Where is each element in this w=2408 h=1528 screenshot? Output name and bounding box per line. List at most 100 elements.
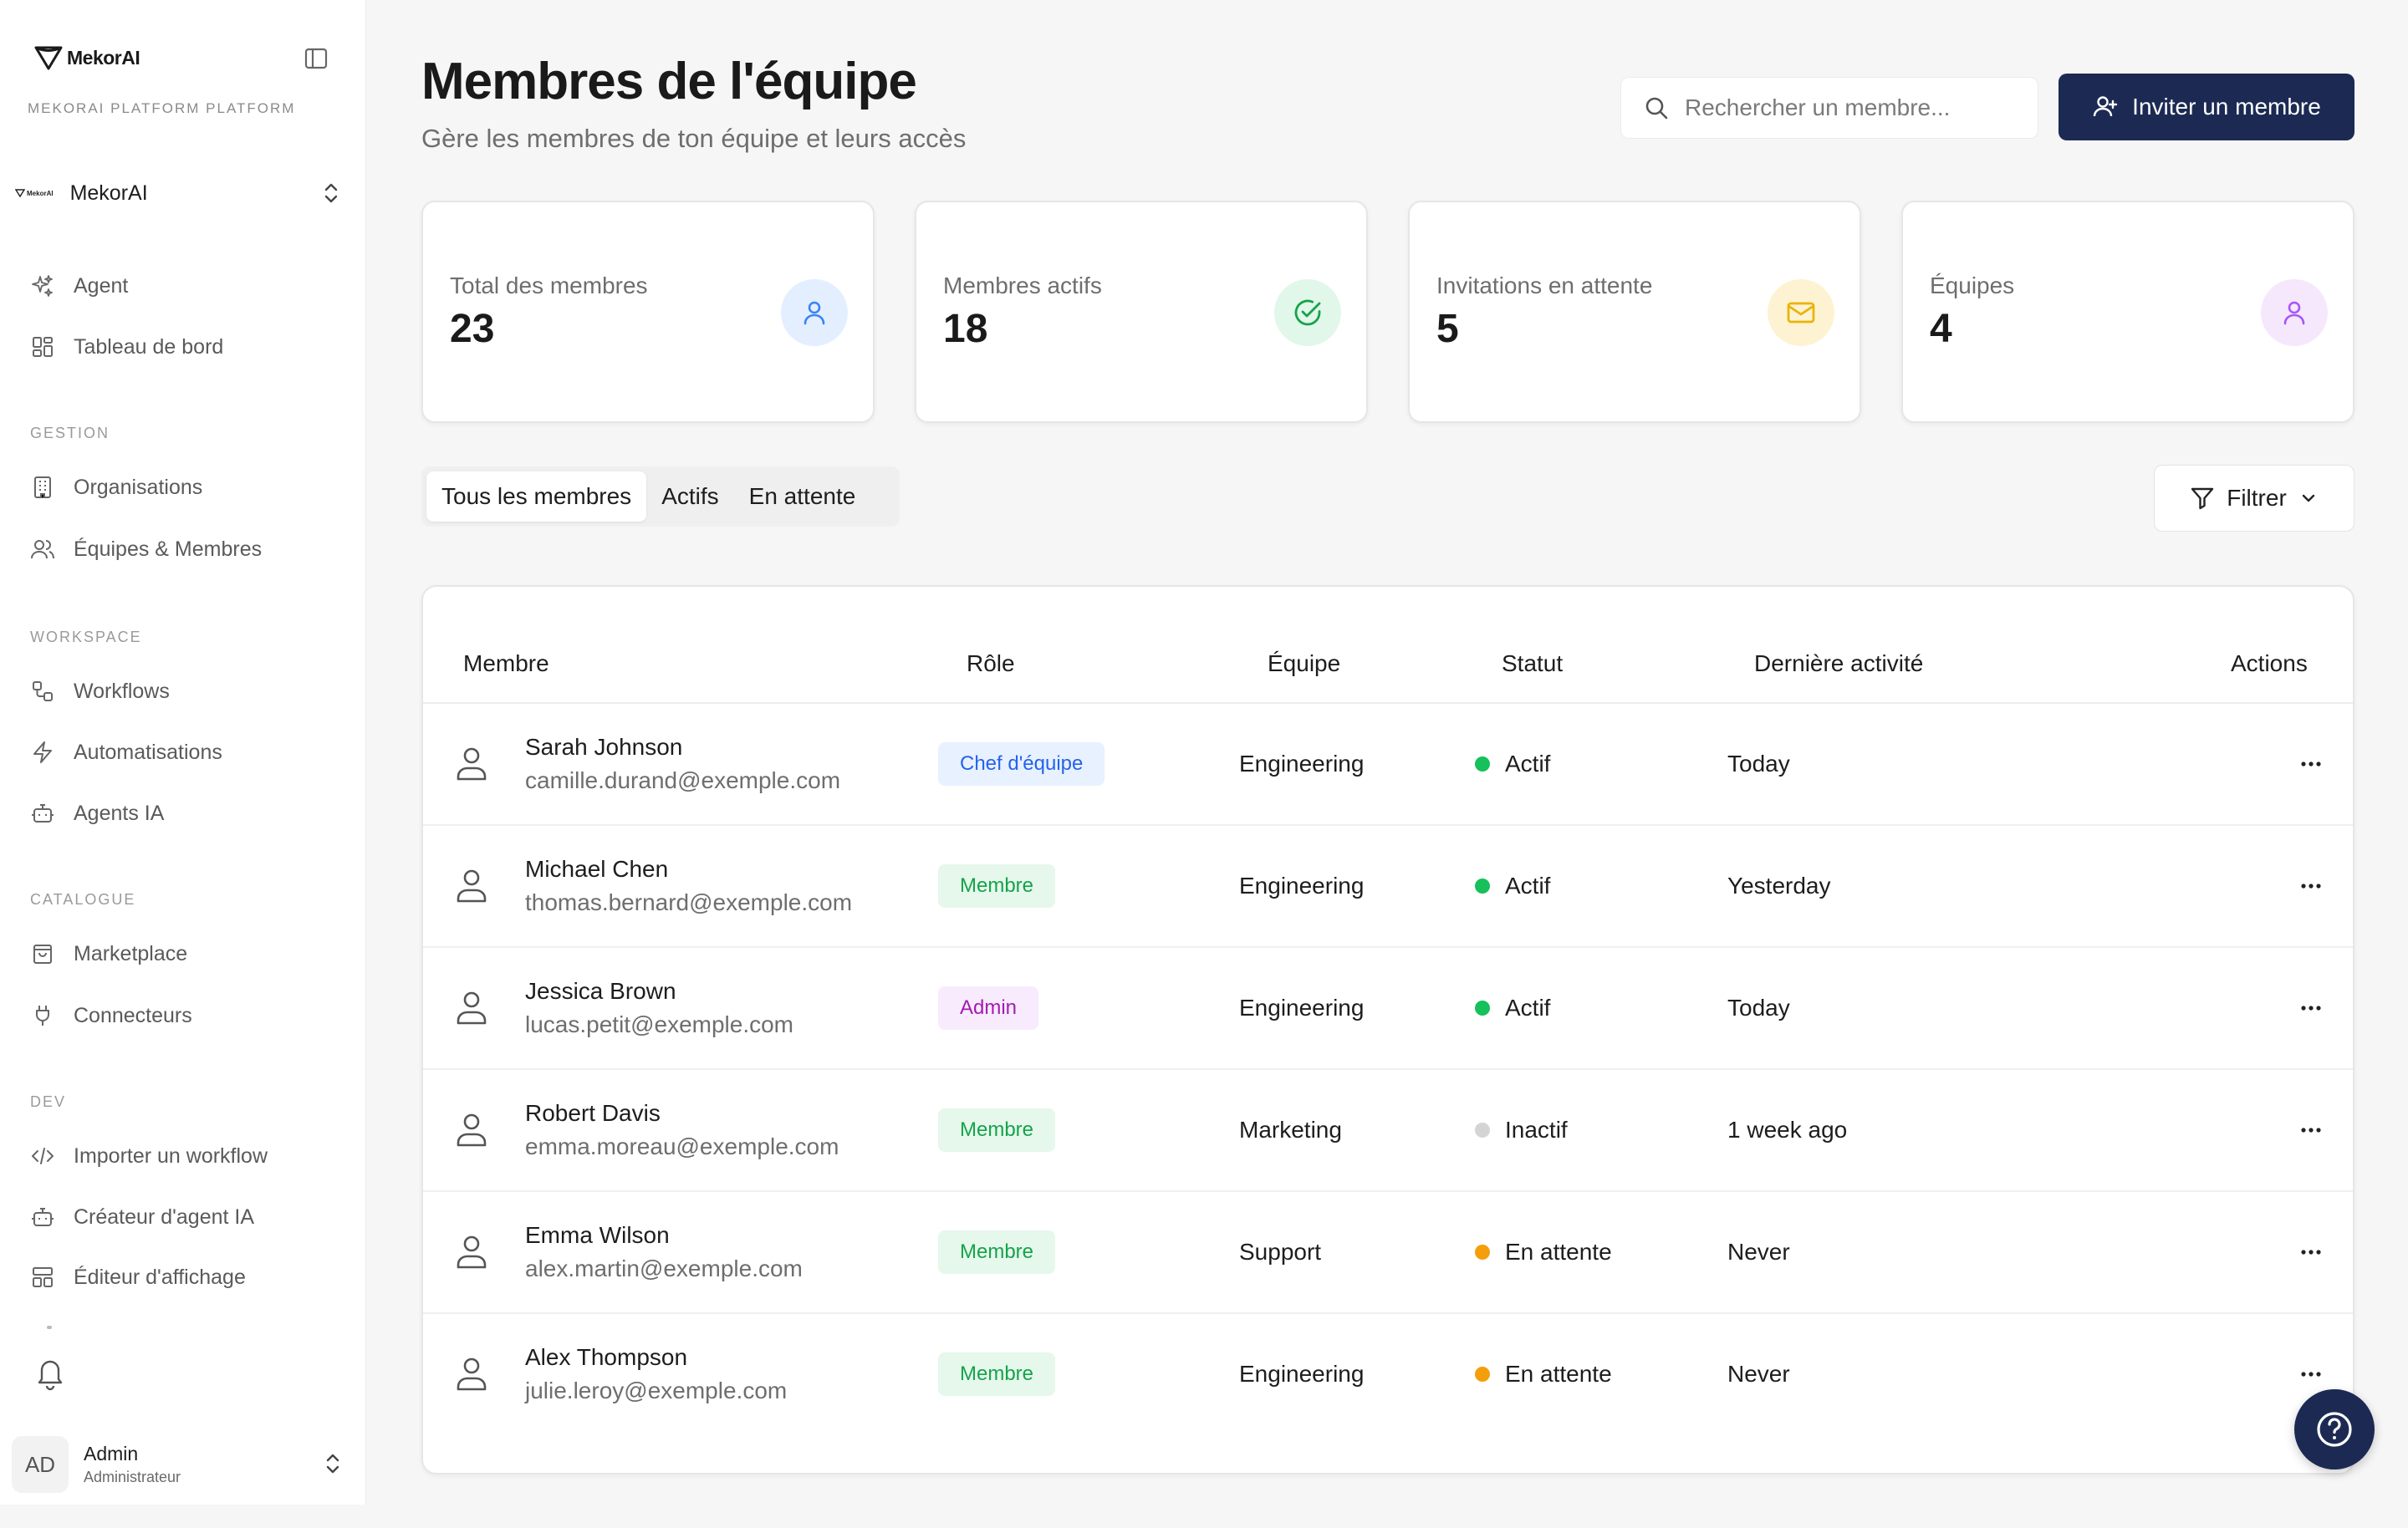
sidebar-item-connectors[interactable]: Connecteurs xyxy=(28,997,346,1034)
user-icon xyxy=(781,279,848,346)
role-badge: Membre xyxy=(938,1230,1056,1274)
shopping-bag-icon xyxy=(28,940,57,968)
filter-label: Filtrer xyxy=(2227,485,2287,511)
sidebar-item-label: Connecteurs xyxy=(74,1003,192,1027)
invite-member-button[interactable]: Inviter un membre xyxy=(2059,74,2354,140)
filter-button[interactable]: Filtrer xyxy=(2154,465,2354,532)
more-horizontal-icon[interactable] xyxy=(2299,754,2323,774)
member-team: Engineering xyxy=(1239,873,1365,899)
table-row[interactable]: Michael Chen thomas.bernard@exemple.com … xyxy=(423,826,2353,948)
bot-icon xyxy=(28,799,57,828)
brand-logo[interactable]: MekorAI xyxy=(33,43,140,72)
sidebar-item-organisations[interactable]: Organisations xyxy=(28,469,346,506)
user-avatar-icon xyxy=(453,1110,490,1149)
table-row[interactable]: Jessica Brown lucas.petit@exemple.com Ad… xyxy=(423,948,2353,1070)
stat-card-pending-invites: Invitations en attente 5 xyxy=(1408,201,1861,423)
stat-card-active-members: Membres actifs 18 xyxy=(915,201,1368,423)
tab-all-members[interactable]: Tous les membres xyxy=(426,471,647,522)
building-icon xyxy=(28,473,57,502)
table-row[interactable]: Alex Thompson julie.leroy@exemple.com Me… xyxy=(423,1314,2353,1436)
member-name: Sarah Johnson xyxy=(525,734,683,760)
search-box[interactable] xyxy=(1620,77,2038,139)
tab-active[interactable]: Actifs xyxy=(646,471,733,522)
column-header-last-activity[interactable]: Dernière activité xyxy=(1754,650,1923,677)
chevrons-up-down-icon xyxy=(321,181,341,206)
sidebar-toggle-icon[interactable] xyxy=(303,45,329,72)
nav-section-workspace: WORKSPACE xyxy=(30,629,142,645)
help-button[interactable] xyxy=(2294,1389,2375,1469)
sidebar-item-automations[interactable]: Automatisations xyxy=(28,734,346,771)
sidebar-item-agent[interactable]: Agent xyxy=(28,267,346,304)
table-row[interactable]: Emma Wilson alex.martin@exemple.com Memb… xyxy=(423,1192,2353,1314)
user-avatar-icon xyxy=(453,744,490,782)
more-horizontal-icon[interactable] xyxy=(2299,998,2323,1018)
more-horizontal-icon[interactable] xyxy=(2299,1364,2323,1384)
sidebar-item-label: Tableau de bord xyxy=(74,334,224,359)
member-email: julie.leroy@exemple.com xyxy=(525,1378,788,1403)
invite-member-label: Inviter un membre xyxy=(2132,94,2321,120)
last-activity: Today xyxy=(1727,751,1790,777)
sidebar-item-label: Workflows xyxy=(74,679,170,703)
member-email: alex.martin@exemple.com xyxy=(525,1256,803,1281)
sidebar-item-display-editor[interactable]: Éditeur d'affichage xyxy=(28,1259,346,1296)
member-name: Michael Chen xyxy=(525,856,669,882)
last-activity: 1 week ago xyxy=(1727,1117,1848,1143)
status-label: En attente xyxy=(1505,1361,1612,1387)
last-activity: Never xyxy=(1727,1239,1790,1265)
more-horizontal-icon[interactable] xyxy=(2299,1242,2323,1262)
member-team: Engineering xyxy=(1239,1361,1365,1387)
user-menu[interactable]: AD Admin Administrateur xyxy=(12,1434,355,1495)
column-header-actions: Actions xyxy=(2231,650,2308,676)
column-header-member[interactable]: Membre xyxy=(463,650,549,677)
sidebar-item-ai-agents[interactable]: Agents IA xyxy=(28,795,346,832)
member-name: Alex Thompson xyxy=(525,1344,688,1370)
column-header-team[interactable]: Équipe xyxy=(1268,650,1340,677)
status-indicator: En attente xyxy=(1475,1361,1612,1388)
status-indicator: Actif xyxy=(1475,751,1550,777)
table-row[interactable]: Sarah Johnson camille.durand@exemple.com… xyxy=(423,704,2353,826)
bell-icon[interactable] xyxy=(33,1356,67,1391)
more-horizontal-icon[interactable] xyxy=(2299,1120,2323,1140)
user-plus-icon xyxy=(2092,94,2119,120)
role-badge: Membre xyxy=(938,1108,1056,1152)
status-indicator: Actif xyxy=(1475,873,1550,899)
org-name: MekorAI xyxy=(69,181,148,205)
sidebar-item-agent-creator[interactable]: Créateur d'agent IA xyxy=(28,1199,346,1235)
more-horizontal-icon[interactable] xyxy=(2299,876,2323,896)
mail-icon xyxy=(1768,279,1834,346)
role-badge: Admin xyxy=(938,986,1039,1030)
sidebar-item-dashboard[interactable]: Tableau de bord xyxy=(28,329,346,365)
status-indicator: Actif xyxy=(1475,995,1550,1021)
stat-label: Invitations en attente xyxy=(1436,272,1653,298)
org-switcher[interactable]: MekorAI MekorAI xyxy=(15,172,349,214)
stat-value: 23 xyxy=(450,307,495,351)
status-dot xyxy=(1475,1123,1490,1138)
layout-icon xyxy=(28,1263,57,1291)
status-dot xyxy=(1475,1367,1490,1382)
status-dot xyxy=(1475,1245,1490,1260)
sidebar: MekorAI MEKORAI PLATFORM PLATFORM MekorA… xyxy=(0,0,366,1505)
sidebar-item-workflows[interactable]: Workflows xyxy=(28,673,346,710)
stat-value: 5 xyxy=(1436,307,1459,351)
member-email: lucas.petit@exemple.com xyxy=(525,1011,794,1037)
status-dot xyxy=(1475,879,1490,894)
sidebar-item-label: Équipes & Membres xyxy=(74,537,263,561)
sidebar-item-label: Agents IA xyxy=(74,801,165,825)
member-name: Robert Davis xyxy=(525,1100,661,1126)
table-row[interactable]: Robert Davis emma.moreau@exemple.com Mem… xyxy=(423,1070,2353,1192)
search-input[interactable] xyxy=(1685,94,2002,121)
stat-card-teams: Équipes 4 xyxy=(1901,201,2354,423)
sidebar-item-label: Marketplace xyxy=(74,941,188,965)
sidebar-item-label: Importer un workflow xyxy=(74,1143,268,1168)
column-header-role[interactable]: Rôle xyxy=(967,650,1015,677)
sidebar-item-teams-members[interactable]: Équipes & Membres xyxy=(28,531,346,568)
sidebar-item-import-workflow[interactable]: Importer un workflow xyxy=(28,1138,346,1174)
stat-value: 18 xyxy=(943,307,988,351)
tab-pending[interactable]: En attente xyxy=(734,471,871,522)
sidebar-item-marketplace[interactable]: Marketplace xyxy=(28,935,346,972)
column-header-status[interactable]: Statut xyxy=(1502,650,1563,677)
last-activity: Yesterday xyxy=(1727,873,1831,899)
status-dot xyxy=(1475,756,1490,772)
status-indicator: Inactif xyxy=(1475,1117,1568,1143)
nav-section-gestion: GESTION xyxy=(30,425,110,441)
